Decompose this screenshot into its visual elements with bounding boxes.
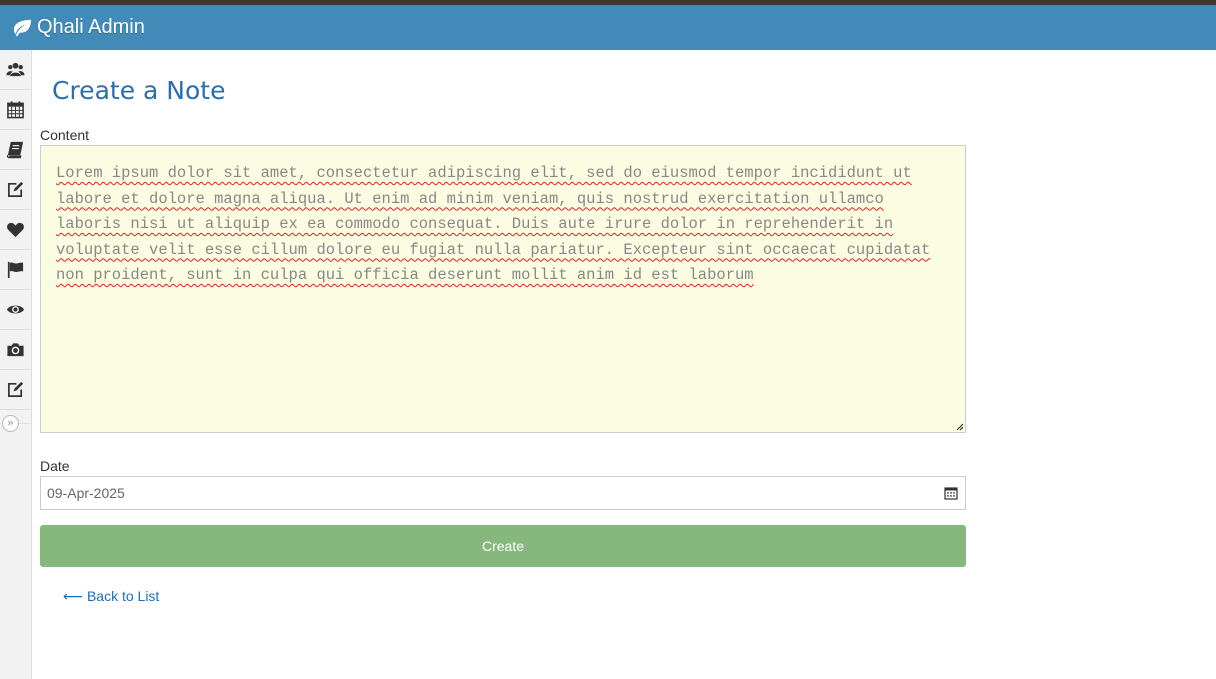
back-to-list-link[interactable]: ⟵ Back to List (63, 588, 159, 605)
content-label: Content (40, 127, 90, 143)
sidebar: » (0, 50, 32, 679)
brand-link[interactable]: Qhali Admin (11, 16, 145, 39)
top-navbar: Qhali Admin (0, 5, 1216, 50)
flag-icon (7, 261, 24, 279)
sidebar-item-favorites[interactable] (0, 210, 31, 250)
heart-icon (7, 222, 24, 238)
date-value: 09-Apr-2025 (47, 485, 125, 501)
create-button[interactable]: Create (40, 525, 966, 567)
sidebar-item-notes[interactable] (0, 370, 31, 410)
resize-grip-icon[interactable] (955, 422, 964, 431)
sidebar-divider (19, 423, 31, 424)
sidebar-item-edit[interactable] (0, 170, 31, 210)
book-icon (6, 141, 24, 159)
sidebar-item-flag[interactable] (0, 250, 31, 290)
date-label: Date (40, 458, 70, 474)
users-icon (6, 62, 25, 77)
sidebar-collapse-toggle[interactable]: » (0, 410, 31, 436)
calendar-icon (7, 101, 24, 119)
edit-icon (7, 381, 24, 398)
sidebar-item-camera[interactable] (0, 330, 31, 370)
sidebar-item-view[interactable] (0, 290, 31, 330)
eye-icon (6, 305, 25, 314)
brand-title: Qhali Admin (37, 16, 145, 38)
date-input[interactable]: 09-Apr-2025 (40, 476, 966, 510)
sidebar-item-book[interactable] (0, 130, 31, 170)
edit-icon (7, 181, 24, 198)
calendar-picker-icon[interactable] (944, 486, 958, 500)
leaf-icon (13, 19, 31, 36)
sidebar-item-users[interactable] (0, 50, 31, 90)
page-title: Create a Note (52, 76, 226, 105)
content-textarea[interactable]: Lorem ipsum dolor sit amet, consectetur … (40, 145, 966, 433)
camera-icon (7, 343, 24, 357)
sidebar-item-calendar[interactable] (0, 90, 31, 130)
double-chevron-right-icon: » (2, 414, 19, 432)
